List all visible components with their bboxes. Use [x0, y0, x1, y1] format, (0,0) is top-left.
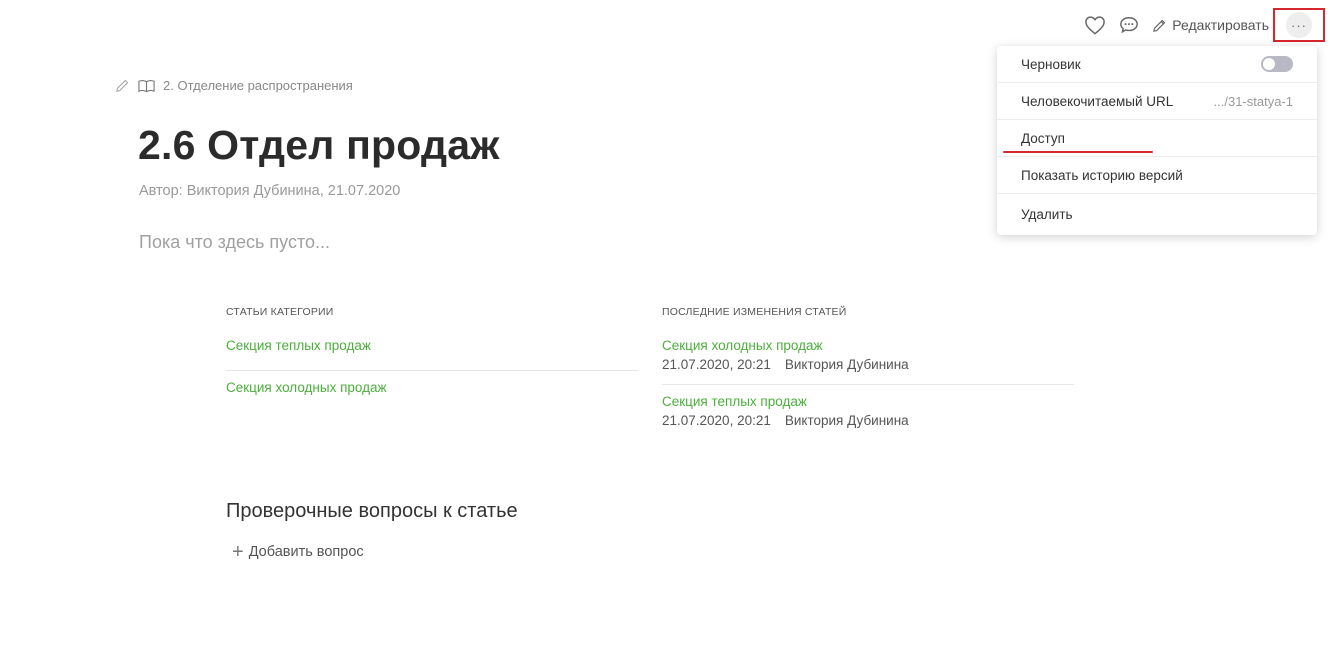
- more-button[interactable]: ···: [1286, 12, 1312, 38]
- comment-icon: [1120, 16, 1139, 34]
- article-author: Автор: Виктория Дубинина, 21.07.2020: [139, 183, 401, 199]
- list-item: Секция теплых продаж 21.07.2020, 20:21 Ви…: [662, 394, 1074, 440]
- add-question-label: Добавить вопрос: [248, 544, 364, 560]
- access-label: Доступ: [1021, 130, 1065, 146]
- add-question-button[interactable]: + Добавить вопрос: [232, 541, 364, 563]
- change-date: 21.07.2020, 20:21: [662, 413, 771, 428]
- article-toolbar: Редактировать ···: [1078, 8, 1325, 42]
- url-label: Человекочитаемый URL: [1021, 93, 1174, 109]
- breadcrumb: 2. Отделение распространения: [115, 78, 353, 93]
- category-articles-header: Статьи категории: [226, 306, 334, 318]
- change-date: 21.07.2020, 20:21: [662, 357, 771, 372]
- history-label: Показать историю версий: [1021, 167, 1183, 183]
- plus-icon: +: [232, 541, 244, 563]
- access-highlight-underline: [1003, 151, 1153, 153]
- like-button[interactable]: [1078, 8, 1112, 42]
- menu-item-url[interactable]: Человекочитаемый URL .../31-statya-1: [997, 83, 1317, 120]
- category-article-link[interactable]: Секция теплых продаж: [226, 338, 638, 371]
- questions-title: Проверочные вопросы к статье: [226, 500, 518, 522]
- url-value: .../31-statya-1: [1213, 93, 1293, 109]
- comments-button[interactable]: [1112, 8, 1146, 42]
- menu-item-draft[interactable]: Черновик: [997, 46, 1317, 83]
- delete-label: Удалить: [1021, 207, 1073, 222]
- more-icon: ···: [1291, 17, 1307, 33]
- change-author: Виктория Дубинина: [784, 413, 909, 428]
- recent-changes-header: Последние изменения статей: [662, 306, 847, 318]
- page-title: 2.6 Отдел продаж: [138, 122, 500, 168]
- menu-item-history[interactable]: Показать историю версий: [997, 157, 1317, 194]
- changed-article-link[interactable]: Секция холодных продаж: [662, 338, 1074, 353]
- change-author: Виктория Дубинина: [784, 357, 909, 372]
- more-button-highlight: ···: [1273, 8, 1325, 42]
- more-menu: Черновик Человекочитаемый URL .../31-sta…: [997, 46, 1317, 235]
- change-meta: 21.07.2020, 20:21 Виктория Дубинина: [662, 357, 1074, 372]
- change-meta: 21.07.2020, 20:21 Виктория Дубинина: [662, 413, 1074, 428]
- breadcrumb-section-link[interactable]: 2. Отделение распространения: [163, 78, 353, 93]
- edit-button[interactable]: Редактировать: [1152, 17, 1269, 33]
- edit-label: Редактировать: [1172, 17, 1269, 33]
- recent-changes: Последние изменения статей Секция холодн…: [662, 306, 1074, 449]
- category-articles: Статьи категории Секция теплых продаж Се…: [226, 306, 638, 422]
- book-icon: [138, 79, 155, 93]
- draft-label: Черновик: [1021, 56, 1081, 72]
- category-article-link[interactable]: Секция холодных продаж: [226, 380, 638, 413]
- empty-content-placeholder: Пока что здесь пусто...: [139, 232, 331, 252]
- pencil-icon[interactable]: [115, 78, 130, 93]
- menu-item-delete[interactable]: Удалить: [997, 194, 1317, 235]
- changed-article-link[interactable]: Секция теплых продаж: [662, 394, 1074, 409]
- toggle-knob: [1263, 58, 1275, 70]
- heart-icon: [1085, 16, 1106, 35]
- menu-item-access[interactable]: Доступ: [997, 120, 1317, 157]
- list-item: Секция холодных продаж 21.07.2020, 20:21…: [662, 338, 1074, 385]
- pencil-icon: [1153, 19, 1166, 32]
- draft-toggle[interactable]: [1261, 56, 1293, 72]
